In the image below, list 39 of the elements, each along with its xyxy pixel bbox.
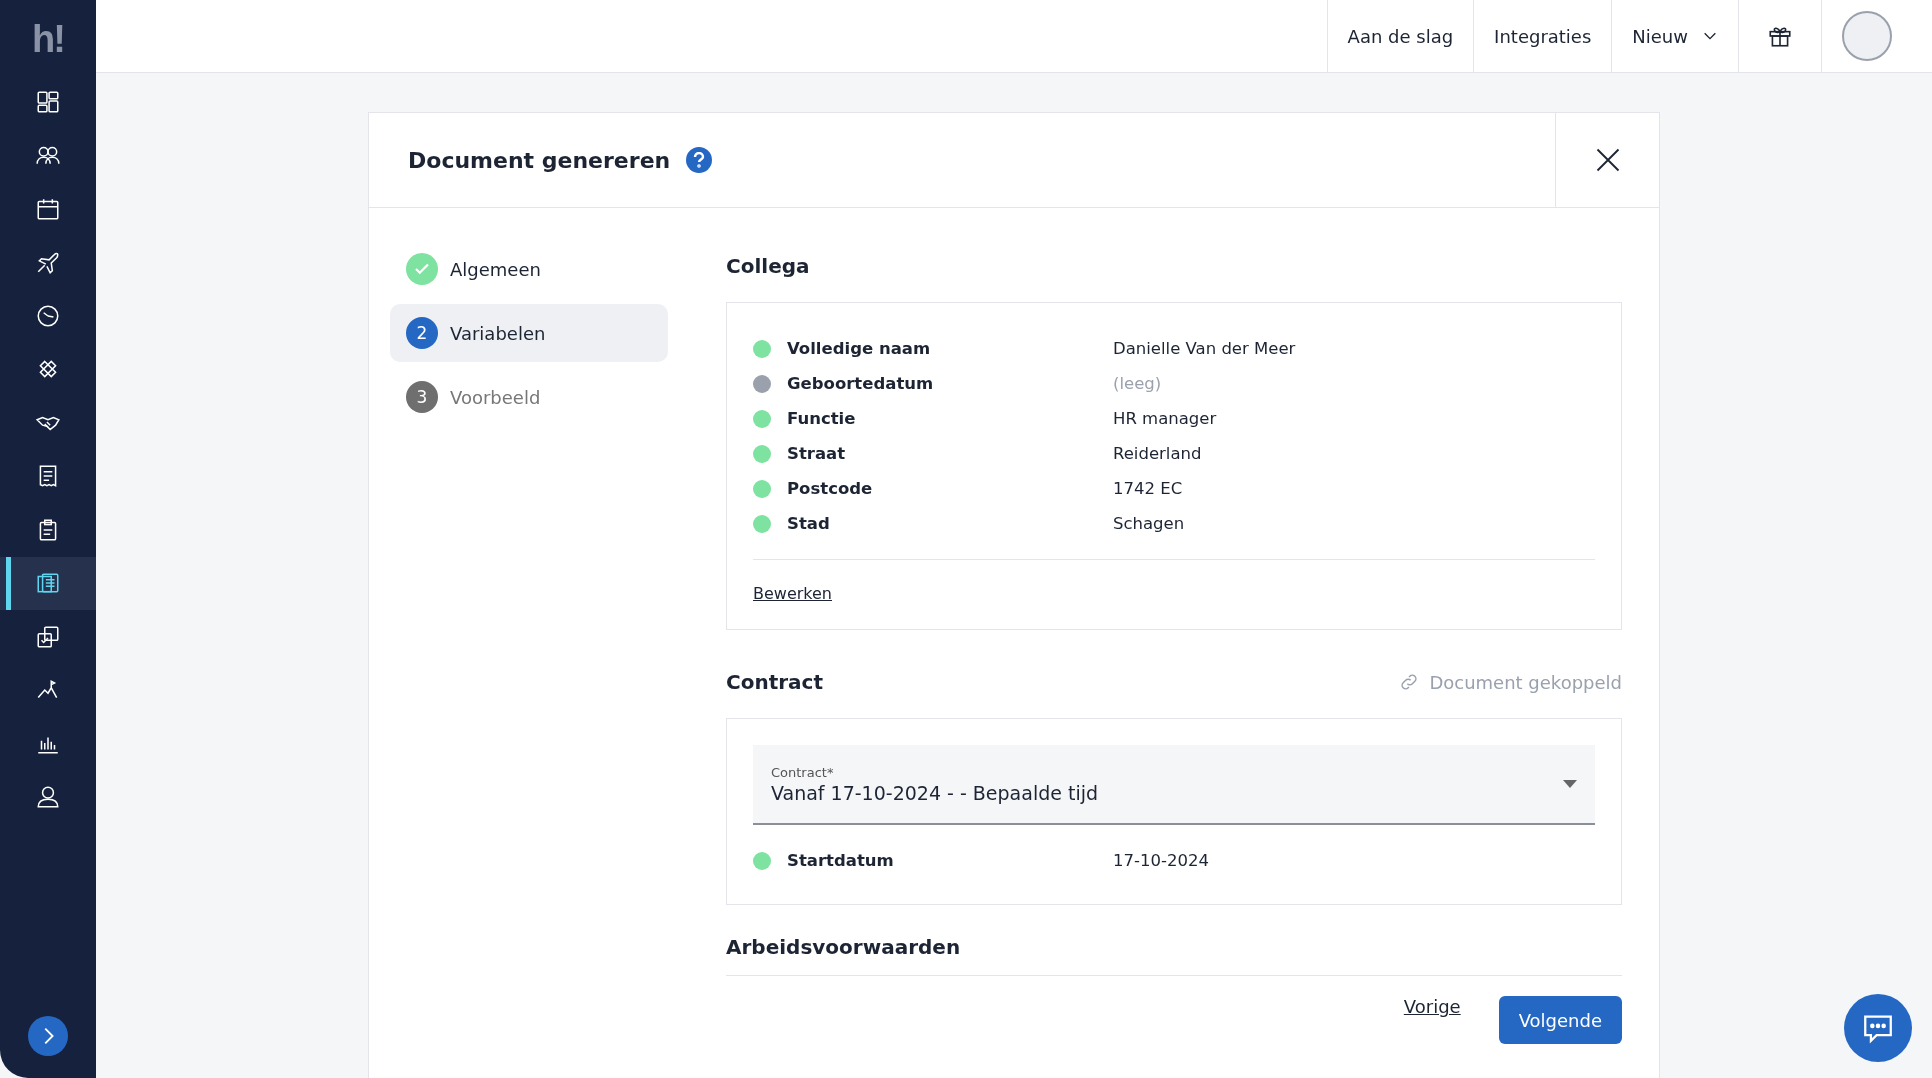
field-label: Stad — [787, 514, 831, 533]
link-icon — [1399, 672, 1420, 692]
avatar[interactable] — [1842, 11, 1892, 61]
new-menu[interactable]: Nieuw — [1611, 0, 1738, 72]
step-number: 2 — [406, 317, 438, 349]
field-label: Volledige naam — [787, 339, 932, 358]
field-value: HR manager — [1113, 409, 1217, 428]
section-heading: Collega — [726, 253, 811, 280]
section-heading: Contract — [726, 669, 823, 696]
field-label: Postcode — [787, 479, 874, 498]
field-label: Startdatum — [787, 851, 895, 870]
field-label: Functie — [787, 409, 857, 428]
documents-icon[interactable] — [0, 556, 96, 610]
field-value: (leeg) — [1113, 374, 1162, 393]
expand-button[interactable] — [28, 1016, 68, 1056]
back-link[interactable]: Vorige — [1403, 996, 1461, 1017]
dialog-title: Document genereren — [408, 147, 671, 173]
field-value: Schagen — [1113, 514, 1185, 533]
linked-label: Document gekoppeld — [1429, 671, 1622, 693]
field-value: Reiderland — [1113, 444, 1202, 463]
edit-link[interactable]: Bewerken — [753, 584, 832, 603]
next-button[interactable]: Volgende — [1498, 996, 1622, 1044]
step-tab[interactable]: 3 Voorbeeld — [390, 368, 668, 426]
field-value: Danielle Van der Meer — [1113, 339, 1296, 358]
help-icon[interactable] — [686, 147, 713, 173]
field-value: 17-10-2024 — [1113, 851, 1209, 870]
top-link[interactable]: Integraties — [1473, 0, 1612, 72]
step-tab[interactable]: 2 Variabelen — [390, 304, 668, 362]
section-heading: Arbeidsvoorwaarden — [726, 934, 962, 961]
top-link[interactable]: Aan de slag — [1326, 0, 1474, 72]
contract-select[interactable]: Contract* Vanaf 17-10-2024 - - Bepaalde tijd — [753, 745, 1595, 825]
step-number: 3 — [406, 381, 438, 413]
field-label: Straat — [787, 444, 847, 463]
logo: h! — [32, 18, 64, 61]
dropdown-arrow-icon — [1563, 780, 1577, 788]
field-label: Geboortedatum — [787, 374, 935, 393]
check-icon — [406, 253, 438, 285]
field-value: 1742 EC — [1113, 479, 1183, 498]
step-tab[interactable]: Algemeen — [390, 240, 668, 298]
